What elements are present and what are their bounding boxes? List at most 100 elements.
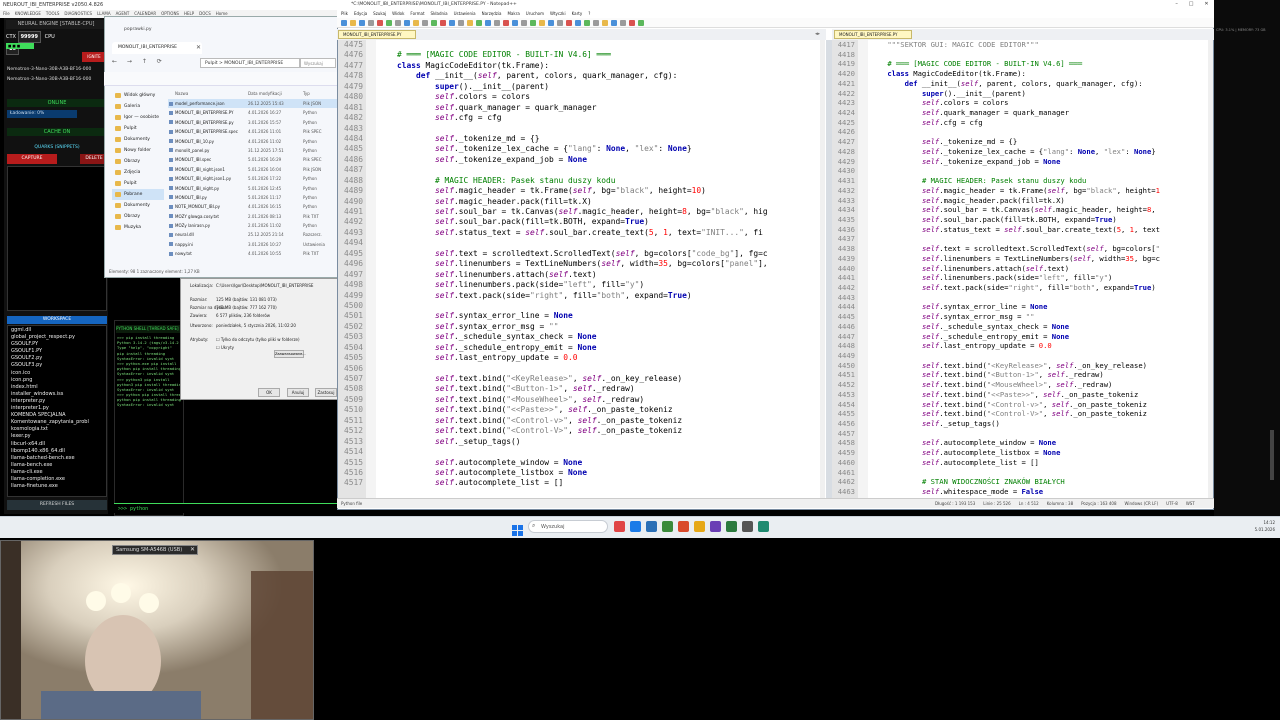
toolbar-button-icon[interactable] bbox=[620, 20, 626, 26]
file-row[interactable]: MONOLIT_IBI_10.py 4.01.2026 11:02 Python bbox=[168, 137, 338, 146]
workspace-file-item[interactable]: icon.ico bbox=[11, 370, 103, 377]
file-row[interactable]: MONOLIT_IBI_night.json1 5.01.2026 16:04 Pl… bbox=[168, 165, 338, 174]
taskbar-search[interactable]: Wyszukaj bbox=[528, 520, 608, 533]
code-line[interactable]: self.magic_header = tk.Frame(self, bg="b… bbox=[870, 186, 1208, 196]
file-row[interactable]: MONOLIT_IBI.py 5.01.2026 11:17 Python bbox=[168, 193, 338, 202]
toolbar-button-icon[interactable] bbox=[449, 20, 455, 26]
code-line[interactable]: # ═══ [MAGIC CODE EDITOR - BUILT-IN V4.6… bbox=[870, 59, 1208, 69]
right-fold-margin[interactable] bbox=[858, 40, 868, 498]
code-line[interactable]: self.last_entropy_update = 0.0 bbox=[870, 341, 1208, 351]
cancel-button[interactable]: Anuluj bbox=[287, 388, 309, 397]
workspace-file-item[interactable]: GSOULF1.PY bbox=[11, 348, 103, 355]
explorer-tab[interactable]: MONOLIT_IBI_ENTERPRISE bbox=[112, 42, 202, 54]
workspace-file-item[interactable]: llama-completion.exe bbox=[11, 476, 103, 483]
code-line[interactable]: self._tokenize_expand_job = None bbox=[870, 157, 1208, 167]
code-line[interactable] bbox=[870, 351, 1208, 361]
nav-item[interactable]: Dokumenty bbox=[112, 134, 164, 145]
capture-button[interactable]: CAPTURE bbox=[7, 154, 57, 164]
close-icon[interactable]: ✕ bbox=[1204, 0, 1208, 9]
workspace-file-item[interactable]: GSOULF.PY bbox=[11, 341, 103, 348]
right-code-pane[interactable]: """SEKTOR GUI: MAGIC CODE EDITOR""" # ══… bbox=[868, 40, 1208, 498]
taskbar-clock[interactable]: 14:12 5.01.2026 bbox=[1240, 519, 1278, 536]
file-row[interactable]: monolit_panel.py 31.12.2025 17:51 Python bbox=[168, 146, 338, 155]
code-line[interactable]: # MAGIC HEADER: Pasek stanu duszy kodu bbox=[378, 176, 820, 186]
toolbar-button-icon[interactable] bbox=[422, 20, 428, 26]
workspace-file-item[interactable]: interpreter.py bbox=[11, 398, 103, 405]
code-line[interactable]: self.autocomplete_window = None bbox=[870, 438, 1208, 448]
code-line[interactable]: self.cfg = cfg bbox=[378, 113, 820, 123]
nav-item[interactable]: Pulpit bbox=[112, 178, 164, 189]
editor-tab-right[interactable]: MONOLIT_IBI_ENTERPRISE.PY bbox=[834, 30, 912, 39]
code-line[interactable]: class MagicCodeEditor(tk.Frame): bbox=[378, 61, 820, 71]
window-controls[interactable]: – □ ✕ bbox=[1170, 0, 1214, 9]
code-line[interactable]: self.text.bind("<<Paste>>", self._on_pas… bbox=[870, 390, 1208, 400]
left-fold-margin[interactable] bbox=[366, 40, 376, 498]
code-line[interactable]: class MagicCodeEditor(tk.Frame): bbox=[870, 69, 1208, 79]
file-row[interactable]: MONOLIT_IBI_night.py 5.01.2026 12:45 Pytho… bbox=[168, 184, 338, 193]
code-line[interactable] bbox=[378, 364, 820, 374]
code-line[interactable]: self._schedule_syntax_check = None bbox=[870, 322, 1208, 332]
notepadpp-icon[interactable] bbox=[726, 521, 737, 532]
property-value[interactable]: Ukryty bbox=[221, 345, 234, 350]
code-line[interactable]: self._tokenize_lex_cache = {"lang": None… bbox=[378, 144, 820, 154]
toolbar-button-icon[interactable] bbox=[350, 20, 356, 26]
code-line[interactable]: self._setup_tags() bbox=[870, 419, 1208, 429]
nav-item[interactable]: Widok główny bbox=[112, 90, 164, 101]
code-line[interactable]: self.text = scrolledtext.ScrolledText(se… bbox=[870, 244, 1208, 254]
left-code-pane[interactable]: # ═══ [MAGIC CODE EDITOR - BUILT-IN V4.6… bbox=[376, 40, 820, 498]
code-line[interactable]: self.magic_header.pack(fill=tk.X) bbox=[870, 196, 1208, 206]
code-line[interactable]: self.text.bind("<MouseWheel>", self._red… bbox=[870, 380, 1208, 390]
file-row[interactable]: neural.dll 25.12.2025 21:14 Rozszerz. bbox=[168, 230, 338, 239]
code-line[interactable]: self.linenumbers.attach(self.text) bbox=[870, 264, 1208, 274]
code-line[interactable]: self.autocomplete_listbox = None bbox=[378, 468, 820, 478]
code-line[interactable]: super().__init__(parent) bbox=[378, 82, 820, 92]
menu-item[interactable]: Edycja bbox=[354, 11, 367, 16]
right-scrollbar[interactable] bbox=[1208, 40, 1213, 498]
code-line[interactable] bbox=[870, 429, 1208, 439]
nav-item[interactable]: Nowy folder bbox=[112, 145, 164, 156]
notepad-toolbar[interactable] bbox=[337, 18, 1214, 28]
file-row[interactable]: nowy.txt 4.01.2026 10:55 Plik TXT bbox=[168, 249, 338, 258]
code-line[interactable]: self.soul_bar = tk.Canvas(self.magic_hea… bbox=[870, 205, 1208, 215]
right-panel-scrollbar[interactable] bbox=[1270, 430, 1274, 480]
code-line[interactable]: self.syntax_error_line = None bbox=[378, 311, 820, 321]
app-icon[interactable] bbox=[758, 521, 769, 532]
code-line[interactable]: self._schedule_entropy_emit = None bbox=[378, 343, 820, 353]
code-line[interactable]: self.linenumbers = TextLineNumbers(self,… bbox=[870, 254, 1208, 264]
workspace-file-item[interactable]: installer_windows.iss bbox=[11, 391, 103, 398]
code-line[interactable]: self.text.bind("<Control-V>", self._on_p… bbox=[870, 409, 1208, 419]
toolbar-button-icon[interactable] bbox=[530, 20, 536, 26]
advanced-button[interactable]: Zaawansowane... bbox=[274, 350, 306, 358]
property-value[interactable]: Tylko do odczytu (tylko pliki w folderze… bbox=[221, 337, 300, 342]
quarks-list[interactable] bbox=[7, 166, 107, 311]
menu-item[interactable]: Widok bbox=[392, 11, 404, 16]
code-line[interactable]: self.text.bind("<KeyRelease>", self._on_… bbox=[378, 374, 820, 384]
code-line[interactable]: self.text.bind("<KeyRelease>", self._on_… bbox=[870, 361, 1208, 371]
code-line[interactable]: self.text.pack(side="right", fill="both"… bbox=[378, 291, 820, 301]
code-line[interactable]: self.quark_manager = quark_manager bbox=[378, 103, 820, 113]
workspace-file-item[interactable]: lexer.py bbox=[11, 433, 103, 440]
workspace-file-item[interactable]: index.html bbox=[11, 384, 103, 391]
nav-item[interactable]: Obrazy bbox=[112, 156, 164, 167]
nav-item[interactable]: Galeria bbox=[112, 101, 164, 112]
menu-item[interactable]: Składnia bbox=[431, 11, 448, 16]
ctx-input[interactable]: 99999 bbox=[17, 31, 41, 43]
code-line[interactable] bbox=[378, 124, 820, 134]
toolbar-button-icon[interactable] bbox=[521, 20, 527, 26]
start-button[interactable] bbox=[512, 521, 523, 536]
code-line[interactable]: self.soul_bar.pack(fill=tk.BOTH, expand=… bbox=[870, 215, 1208, 225]
workspace-file-item[interactable]: libomp140.x86_64.dll bbox=[11, 448, 103, 455]
toolbar-button-icon[interactable] bbox=[557, 20, 563, 26]
code-line[interactable]: self.text.bind("<Control-v>", self._on_p… bbox=[870, 400, 1208, 410]
menu-item[interactable]: DIAGNOSTICS bbox=[64, 11, 92, 16]
menu-item[interactable]: Uruchom bbox=[526, 11, 544, 16]
toolbar-button-icon[interactable] bbox=[593, 20, 599, 26]
code-line[interactable]: self.colors = colors bbox=[378, 92, 820, 102]
toolbar-button-icon[interactable] bbox=[386, 20, 392, 26]
menu-item[interactable]: Karty bbox=[572, 11, 583, 16]
toolbar-button-icon[interactable] bbox=[494, 20, 500, 26]
col-name[interactable]: Nazwa bbox=[168, 90, 248, 98]
menu-item[interactable]: Ustawienia bbox=[454, 11, 476, 16]
toolbar-button-icon[interactable] bbox=[368, 20, 374, 26]
editor-tab-left[interactable]: MONOLIT_IBI_ENTERPRISE.PY bbox=[338, 30, 416, 39]
